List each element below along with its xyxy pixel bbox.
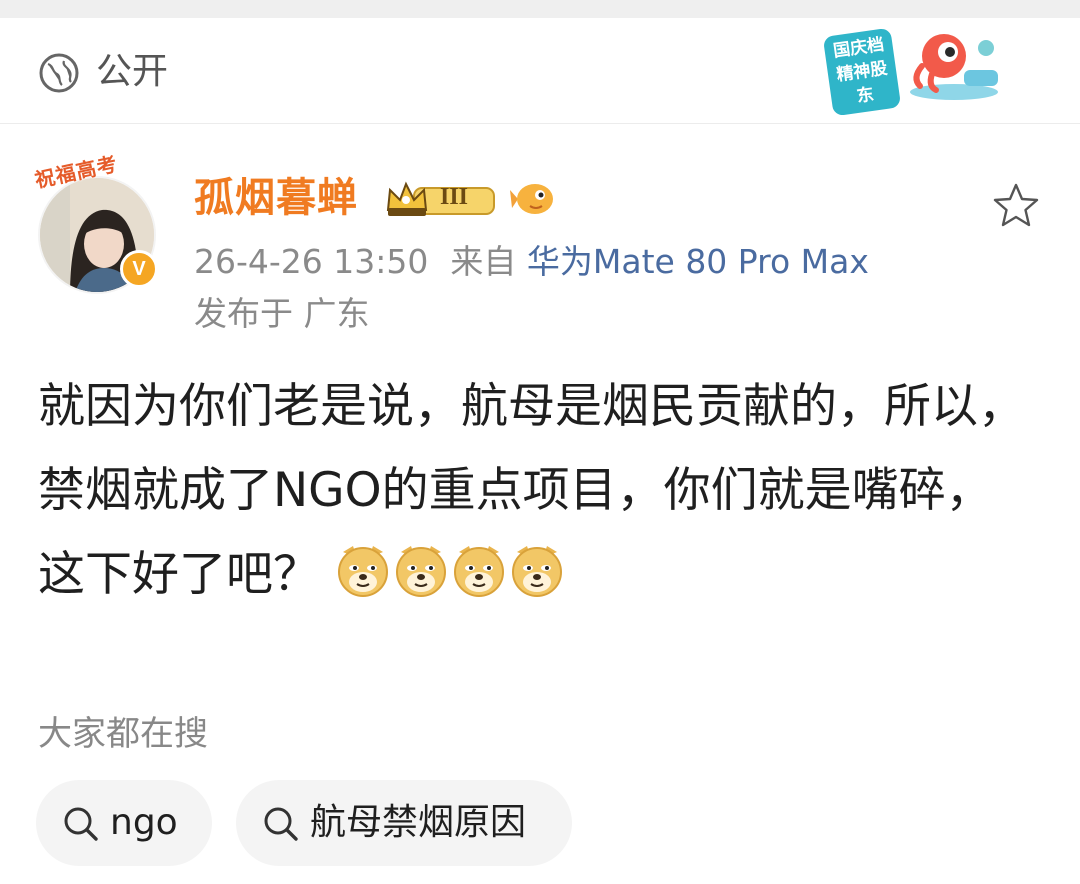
post-location: 发布于 广东 [194,294,370,333]
doge-emoji [509,541,565,597]
search-chip-label: 航母禁烟原因 [310,802,527,843]
search-chip-label: ngo [110,802,178,843]
globe-icon [39,53,79,93]
doge-emoji [335,541,391,597]
post-content: 就因为你们老是说，航母是烟民贡献的，所以，禁烟就成了NGO的重点项目，你们就是嘴… [38,365,1038,617]
promo-sticker[interactable]: 国庆档 精神股东 [818,22,1006,117]
level-text: III [440,184,469,210]
emoji-group [335,546,567,602]
device-link[interactable]: 华为Mate 80 Pro Max [527,242,869,281]
author-name[interactable]: 孤烟暮蝉 [194,172,358,224]
search-icon [264,807,298,841]
doge-emoji [451,541,507,597]
source-prefix: 来自 [450,242,517,281]
star-icon[interactable] [990,180,1042,232]
search-chip[interactable]: 航母禁烟原因 [236,780,572,866]
post-meta: 26-4-26 13:50 来自 华为Mate 80 Pro Max [194,240,869,284]
fish-icon [510,184,553,214]
search-icon [64,807,98,841]
search-chip[interactable]: ngo [36,780,212,866]
verified-badge: V [120,250,158,288]
promo-text: 国庆档 精神股东 [822,27,902,117]
doge-emoji [393,541,449,597]
trending-title: 大家都在搜 [38,714,208,754]
level-badge[interactable]: III [384,180,500,220]
status-strip [0,0,1080,18]
mascot-icon [910,34,998,100]
post-time: 26-4-26 13:50 [194,242,429,281]
promo-line-2: 精神股东 [835,58,889,107]
author-avatar[interactable]: 祝福高考 V [33,151,164,294]
visibility-label[interactable]: 公开 [96,50,168,94]
